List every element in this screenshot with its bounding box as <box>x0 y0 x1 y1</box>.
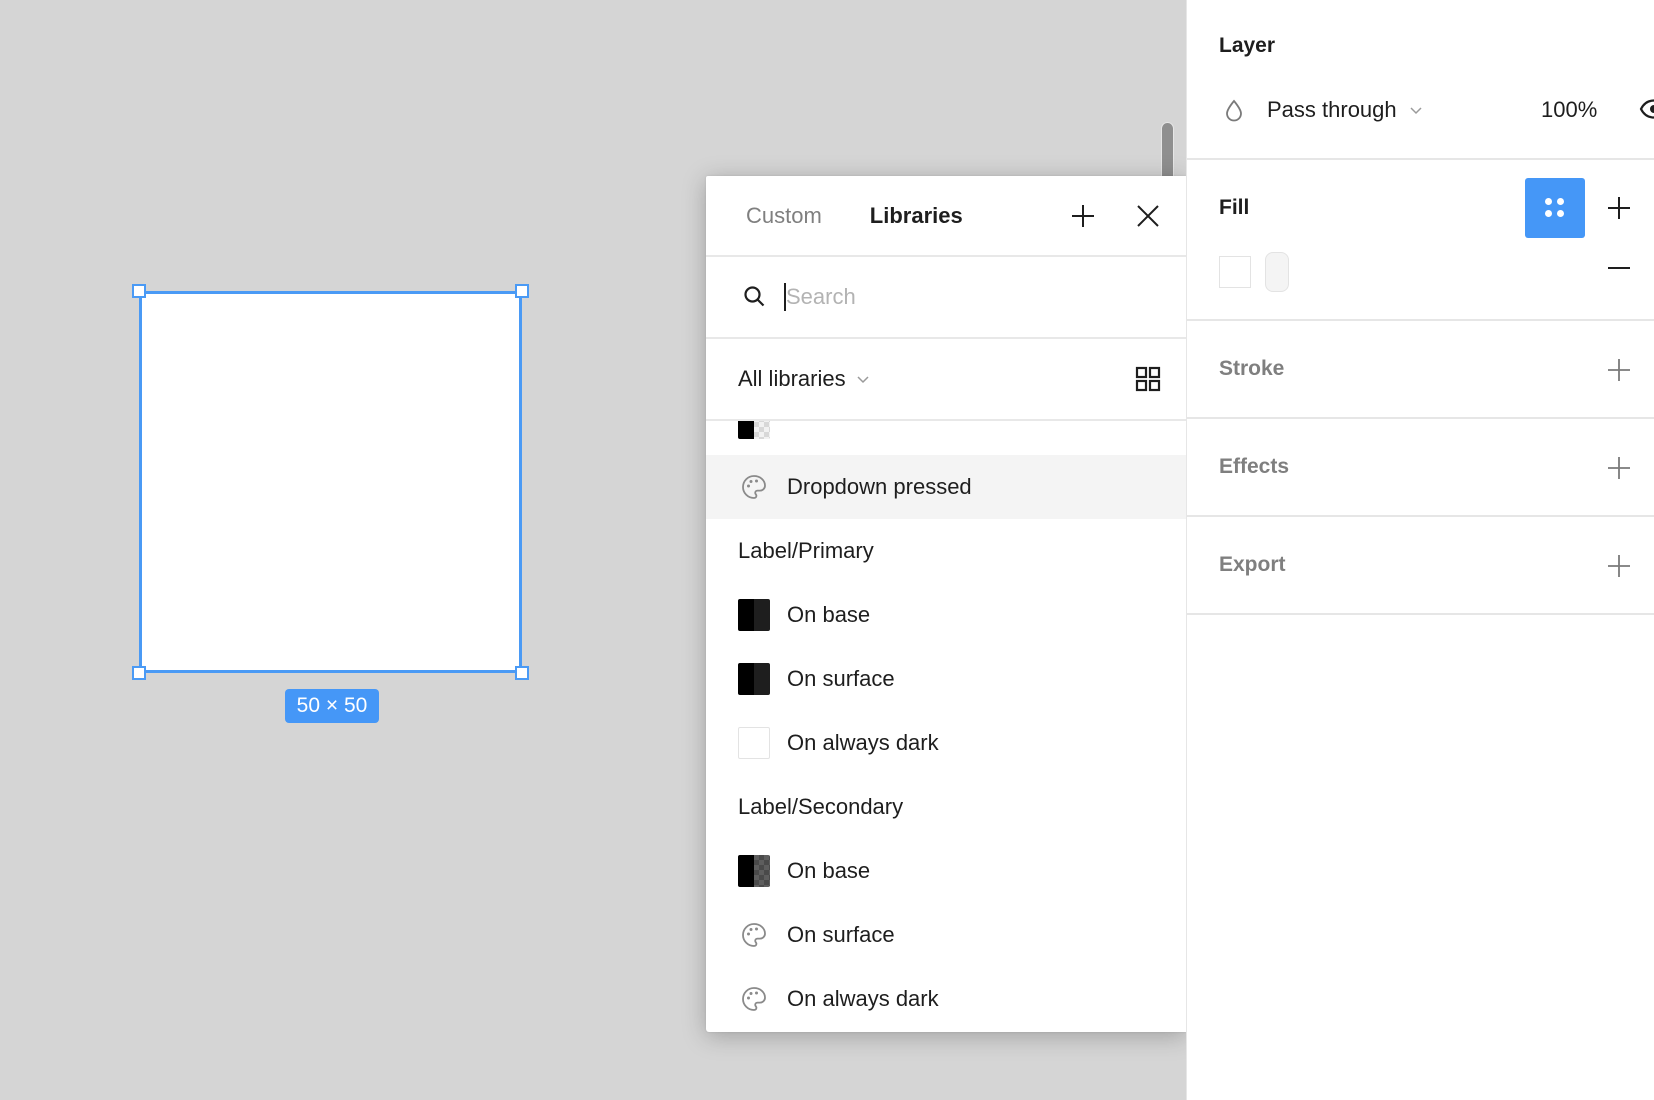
effects-section: Effects <box>1187 419 1654 517</box>
group-label-secondary: Label/Secondary <box>738 794 904 819</box>
effects-section-title: Effects <box>1219 455 1290 478</box>
style-picker-button[interactable] <box>1525 178 1585 238</box>
style-item-on-base[interactable]: On base <box>706 583 1186 647</box>
style-item-label: On base <box>787 602 871 627</box>
style-item-label: Dropdown pressed <box>787 474 972 499</box>
chevron-down-icon[interactable] <box>856 374 870 384</box>
style-item-label: On surface <box>787 922 895 947</box>
style-item-on-surface[interactable]: On surface <box>706 647 1186 711</box>
remove-fill-icon[interactable] <box>1607 256 1631 280</box>
add-export-icon[interactable] <box>1607 554 1631 578</box>
color-styles-popup: Custom Libraries All libraries Surface f… <box>706 176 1186 1032</box>
stroke-section: Stroke <box>1187 321 1654 419</box>
popup-header: Custom Libraries <box>706 176 1186 257</box>
palette-icon <box>738 919 770 951</box>
blend-mode-row: Pass through 100% <box>1219 94 1654 126</box>
add-effect-icon[interactable] <box>1607 456 1631 480</box>
palette-icon <box>738 983 770 1015</box>
plus-icon <box>1072 205 1094 227</box>
resize-handle-bottom-left[interactable] <box>132 666 146 680</box>
blend-mode-drop-icon <box>1226 99 1242 122</box>
layer-section-title: Layer <box>1219 34 1276 57</box>
library-filter-dropdown[interactable]: All libraries <box>738 366 846 392</box>
opacity-value[interactable]: 100% <box>1541 97 1597 123</box>
color-swatch <box>738 855 770 887</box>
color-swatch <box>738 599 770 631</box>
style-item-label: On base <box>787 858 871 883</box>
style-item-on-always-dark[interactable]: On always dark <box>706 967 1186 1030</box>
close-icon <box>1137 205 1159 227</box>
group-label-primary: Label/Primary <box>738 538 874 563</box>
search-row <box>706 257 1186 339</box>
fill-opacity-toggle[interactable] <box>1265 252 1289 292</box>
style-item-on-surface[interactable]: On surface <box>706 903 1186 967</box>
search-icon <box>744 286 765 307</box>
fill-color-swatch[interactable] <box>1219 256 1251 288</box>
grid-view-icon[interactable] <box>1134 365 1162 393</box>
export-section-title: Export <box>1219 553 1286 576</box>
style-item-on-base[interactable]: On base <box>706 839 1186 903</box>
color-swatch <box>738 727 770 759</box>
add-fill-icon[interactable] <box>1607 196 1631 220</box>
style-item-on-always-dark[interactable]: On always dark <box>706 711 1186 775</box>
library-filter-row: All libraries <box>706 339 1186 421</box>
resize-handle-top-right[interactable] <box>515 284 529 298</box>
tab-custom[interactable]: Custom <box>746 203 822 229</box>
style-item-label: On always dark <box>787 986 939 1011</box>
eye-icon[interactable] <box>1639 96 1654 122</box>
add-stroke-icon[interactable] <box>1607 358 1631 382</box>
style-item-surface-focused[interactable]: Surface focused <box>706 421 1186 441</box>
export-section: Export <box>1187 517 1654 615</box>
selection-size-label: 50 × 50 <box>285 689 379 723</box>
tab-libraries[interactable]: Libraries <box>870 203 963 229</box>
fill-section: Fill <box>1187 160 1654 321</box>
layer-section: Layer Pass through 100% <box>1187 0 1654 160</box>
style-item-dropdown-pressed[interactable]: Dropdown pressed <box>706 455 1186 519</box>
resize-handle-bottom-right[interactable] <box>515 666 529 680</box>
color-swatch <box>738 421 770 439</box>
stroke-section-title: Stroke <box>1219 357 1285 380</box>
close-popup-button[interactable] <box>1130 198 1166 234</box>
search-input[interactable] <box>784 283 1124 311</box>
add-style-button[interactable] <box>1065 198 1101 234</box>
style-list[interactable]: Surface focused Dropdown pressed Label/P… <box>706 421 1186 1030</box>
style-item-label: On always dark <box>787 730 939 755</box>
selected-rectangle[interactable] <box>139 291 522 673</box>
fill-section-title: Fill <box>1219 196 1250 219</box>
resize-handle-top-left[interactable] <box>132 284 146 298</box>
chevron-down-icon[interactable] <box>1409 105 1423 115</box>
color-swatch <box>738 663 770 695</box>
blend-mode-dropdown[interactable]: Pass through <box>1267 97 1397 123</box>
palette-icon <box>738 471 770 503</box>
style-item-label: Surface focused <box>787 421 946 427</box>
properties-panel: Layer Pass through 100% Fill Stroke Effe… <box>1186 0 1654 1100</box>
style-item-label: On surface <box>787 666 895 691</box>
